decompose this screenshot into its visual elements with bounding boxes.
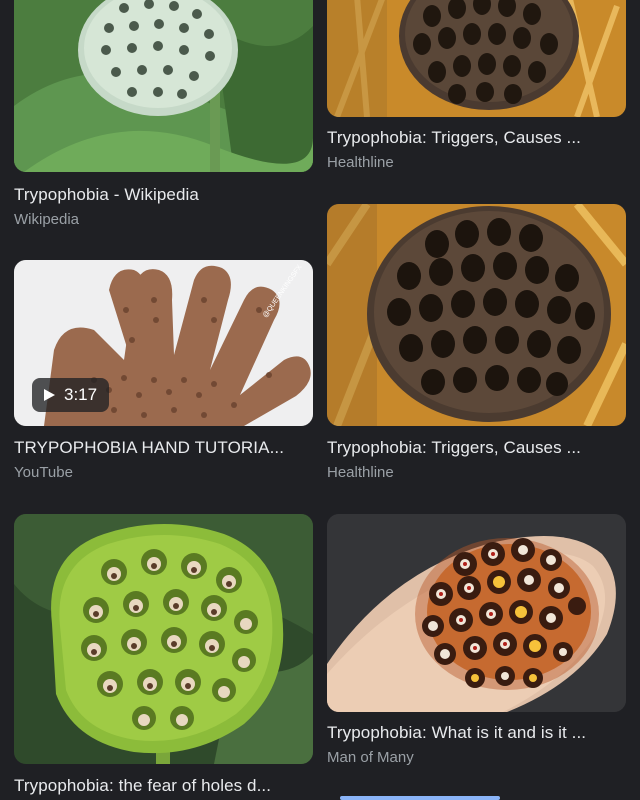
result-title-5[interactable]: Trypophobia: the fear of holes d... xyxy=(14,775,304,797)
result-title-2[interactable]: Trypophobia: Triggers, Causes ... xyxy=(327,127,626,149)
result-thumbnail-3[interactable]: @QUEENKINGSFX 3:17 xyxy=(14,260,313,426)
green-lotus-pod-with-seeds-image xyxy=(14,514,313,764)
result-thumbnail-4[interactable] xyxy=(327,204,626,426)
result-thumbnail-6[interactable] xyxy=(327,514,626,712)
fingertip-with-holes-image xyxy=(327,514,626,712)
result-source-3[interactable]: YouTube xyxy=(14,463,73,483)
result-source-4[interactable]: Healthline xyxy=(327,463,394,483)
result-title-4[interactable]: Trypophobia: Triggers, Causes ... xyxy=(327,437,626,459)
result-title-6[interactable]: Trypophobia: What is it and is it ... xyxy=(327,722,626,744)
result-title-3[interactable]: TRYPOPHOBIA HAND TUTORIA... xyxy=(14,437,304,459)
result-thumbnail-2[interactable] xyxy=(327,0,626,117)
result-thumbnail-1[interactable] xyxy=(14,0,313,172)
result-source-1[interactable]: Wikipedia xyxy=(14,210,79,230)
brown-lotus-seed-pod-image xyxy=(327,204,626,426)
bottom-accent-bar xyxy=(340,796,500,800)
result-source-6[interactable]: Man of Many xyxy=(327,748,414,768)
result-title-1[interactable]: Trypophobia - Wikipedia xyxy=(14,184,313,206)
play-icon xyxy=(44,389,55,401)
brown-lotus-seed-pod-image xyxy=(327,0,626,117)
green-lotus-seed-pod-image xyxy=(14,0,313,172)
video-duration-badge: 3:17 xyxy=(32,378,110,412)
video-duration: 3:17 xyxy=(64,385,98,404)
result-thumbnail-5[interactable] xyxy=(14,514,313,764)
result-source-2[interactable]: Healthline xyxy=(327,153,394,173)
